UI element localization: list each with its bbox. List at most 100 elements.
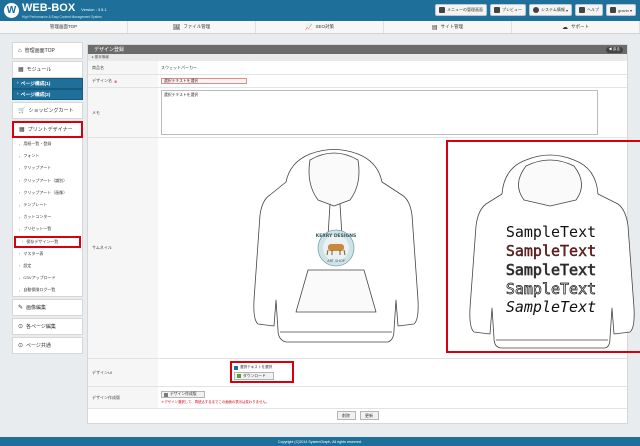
nav-seo[interactable]: 📈 SEO対策 <box>256 21 384 33</box>
cart-icon: 🛒 <box>18 108 26 114</box>
design-ui-row: デザインUI 選択テキストを選択 ダウンロード <box>88 359 627 387</box>
sample-text-1: SampleText <box>506 223 596 241</box>
preview-icon <box>493 7 500 13</box>
logo-top-text: KERRY DESIGNS <box>316 233 357 239</box>
top-buttons: メニューの管理画面 プレビュー システム情報 ▾ ヘルプ gravin ▾ <box>434 4 636 16</box>
menu-admin-button[interactable]: メニューの管理画面 <box>434 4 487 16</box>
home-icon: ⌂ <box>18 47 22 54</box>
app-name: WEB-BOX <box>22 1 76 14</box>
form-actions: 削除 更新 <box>88 411 627 420</box>
app-tagline: High Performance & Easy Content Manageme… <box>22 14 102 19</box>
thumbnail-label: サムネイル <box>88 138 158 358</box>
submenu-item-font[interactable]: › フォント <box>13 150 82 162</box>
checkbox-icon[interactable] <box>234 365 238 370</box>
sidebar: ⌂ 管理画面TOP ▦ モジュール › ページ構成(1) › ページ構成(2) 🛒 ショッ… <box>12 42 83 356</box>
chevron-right-icon: › <box>19 275 21 281</box>
product-row: 商品名 スウェットパーカー <box>88 61 627 75</box>
design-ui-checkbox-label: 選択テキストを選択 <box>240 365 273 369</box>
chevron-right-icon: › <box>19 190 21 196</box>
required-mark: ※ <box>114 78 118 84</box>
cloud-icon: ☁ <box>562 24 568 31</box>
sidebar-admin-top[interactable]: ⌂ 管理画面TOP <box>12 42 83 59</box>
image-icon: 🖼 <box>172 24 181 31</box>
design-register-panel: デザイン登録 ◀ 戻る ▸ 基本情報 商品名 スウェットパーカー デザイン名 ※ … <box>87 44 640 424</box>
submenu-item-clipart[interactable]: › クリップアート <box>13 162 82 174</box>
submenu-item-autosave-log[interactable]: › 自動保険ログ一覧 <box>13 284 82 296</box>
panel-header: デザイン登録 ◀ 戻る <box>88 45 627 54</box>
design-create-button[interactable]: デザイン作成版 <box>161 391 205 398</box>
nav-support[interactable]: ☁ サポート <box>512 21 640 33</box>
preview-button[interactable]: プレビュー <box>489 4 526 16</box>
module-icon: ▦ <box>18 67 24 73</box>
memo-textarea[interactable]: 選択テキストを選択 <box>161 90 598 135</box>
chevron-right-icon: › <box>19 153 21 159</box>
submenu-item-settings[interactable]: › 設定 <box>13 260 82 272</box>
delete-button[interactable]: 削除 <box>336 411 356 420</box>
chevron-right-icon: › <box>19 226 21 232</box>
memo-row: メモ 選択テキストを選択 <box>88 88 627 138</box>
sidebar-page-common[interactable]: ⊙ ページ共通 <box>12 337 83 355</box>
footer: Copyright (C)2014 SystemGraph, All right… <box>0 437 640 446</box>
sample-text-4: SampleText <box>506 280 596 298</box>
nav-admin-top[interactable]: 管理画面TOP <box>0 21 128 33</box>
user-menu-button[interactable]: gravin ▾ <box>605 4 636 16</box>
design-ui-checkbox-line[interactable]: 選択テキストを選択 <box>234 364 290 371</box>
design-ui-box: 選択テキストを選択 ダウンロード <box>230 361 294 383</box>
chevron-down-circle-icon: ⊙ <box>18 343 24 350</box>
document-icon <box>164 392 168 397</box>
system-info-button[interactable]: システム情報 ▾ <box>528 4 572 16</box>
chevron-right-icon: › <box>19 165 21 171</box>
chevron-right-icon: › <box>17 92 19 97</box>
info-icon <box>532 7 539 13</box>
design-create-label: デザイン作成版 <box>88 387 158 408</box>
sidebar-shopping-cart[interactable]: 🛒 ショッピングカート <box>12 102 83 119</box>
download-button[interactable]: ダウンロード <box>234 372 274 380</box>
chevron-right-icon: › <box>19 178 21 184</box>
nav-file-manage[interactable]: 🖼 ファイル管理 <box>128 21 256 33</box>
chevron-right-icon: › <box>19 141 21 147</box>
submenu-item-cut-contour[interactable]: › カットコンター <box>13 211 82 223</box>
update-button[interactable]: 更新 <box>359 411 379 420</box>
submenu-item-master-table[interactable]: › マスター表 <box>13 248 82 260</box>
nav-site-manage[interactable]: ▤ サイト管理 <box>384 21 512 33</box>
app-logo[interactable]: W WEB-BOX Version : 3.5.1 High Performan… <box>0 1 180 19</box>
sidebar-image-edit[interactable]: ✎ 画像編集 <box>12 299 83 317</box>
sample-text-3: SampleText <box>506 261 596 279</box>
submenu-item-clipart-image[interactable]: › クリップアート（画像） <box>13 187 82 199</box>
hoodie-back-preview: SampleText SampleText SampleText SampleT… <box>446 140 640 353</box>
sidebar-page-edit[interactable]: ⊙ 各ページ編集 <box>12 318 83 336</box>
product-label: 商品名 <box>88 61 158 74</box>
chart-icon: 📈 <box>305 24 313 31</box>
page-title: デザイン登録 <box>94 47 125 53</box>
top-bar: W WEB-BOX Version : 3.5.1 High Performan… <box>0 0 640 21</box>
sitemap-icon: ▤ <box>431 24 438 31</box>
help-button[interactable]: ヘルプ <box>574 4 603 16</box>
sample-text-5: SampleText <box>506 298 596 316</box>
chevron-right-icon: › <box>19 214 21 220</box>
design-ui-label: デザインUI <box>88 359 158 386</box>
chevron-right-icon: › <box>19 202 21 208</box>
chevron-right-icon: › <box>17 81 19 86</box>
product-value: スウェットパーカー <box>161 64 197 70</box>
submenu-item-preset-list[interactable]: › プリセット一覧 <box>13 223 82 235</box>
submenu-item-paper-list[interactable]: › 用紙一覧・登録 <box>13 138 82 150</box>
sidebar-page-config-1[interactable]: › ページ構成(1) <box>12 78 83 89</box>
sidebar-module[interactable]: ▦ モジュール <box>12 61 83 78</box>
sidebar-print-designer[interactable]: ▦ プリントデザイナー <box>12 121 83 138</box>
logo-icon: W <box>4 3 19 18</box>
print-designer-submenu: › 用紙一覧・登録 › フォント › クリップアート › クリップアート（識別） › クリ… <box>12 138 83 298</box>
submenu-item-saved-designs[interactable]: › 保存デザイン一覧 <box>14 235 81 248</box>
edit-icon: ✎ <box>18 305 24 312</box>
chevron-down-circle-icon: ⊙ <box>18 324 24 331</box>
back-button[interactable]: ◀ 戻る <box>605 46 623 53</box>
help-icon <box>578 7 585 13</box>
design-create-row: デザイン作成版 デザイン作成版 ＊デザイン選択して、再読込するまでこの画面の表示… <box>88 387 627 409</box>
submenu-item-clipart-id[interactable]: › クリップアート（識別） <box>13 175 82 187</box>
chevron-right-icon: › <box>22 239 24 245</box>
submenu-item-csv-upload[interactable]: › CSVアップロード <box>13 272 82 284</box>
submenu-item-template[interactable]: › テンプレート <box>13 199 82 211</box>
design-name-input[interactable]: 選択テキストを選択 <box>161 78 247 84</box>
section-subheader: ▸ 基本情報 <box>88 54 627 61</box>
hoodie-front-thumbnail: KERRY DESIGNS ART SHOP <box>253 149 419 343</box>
sidebar-page-config-2[interactable]: › ページ構成(2) <box>12 89 83 100</box>
